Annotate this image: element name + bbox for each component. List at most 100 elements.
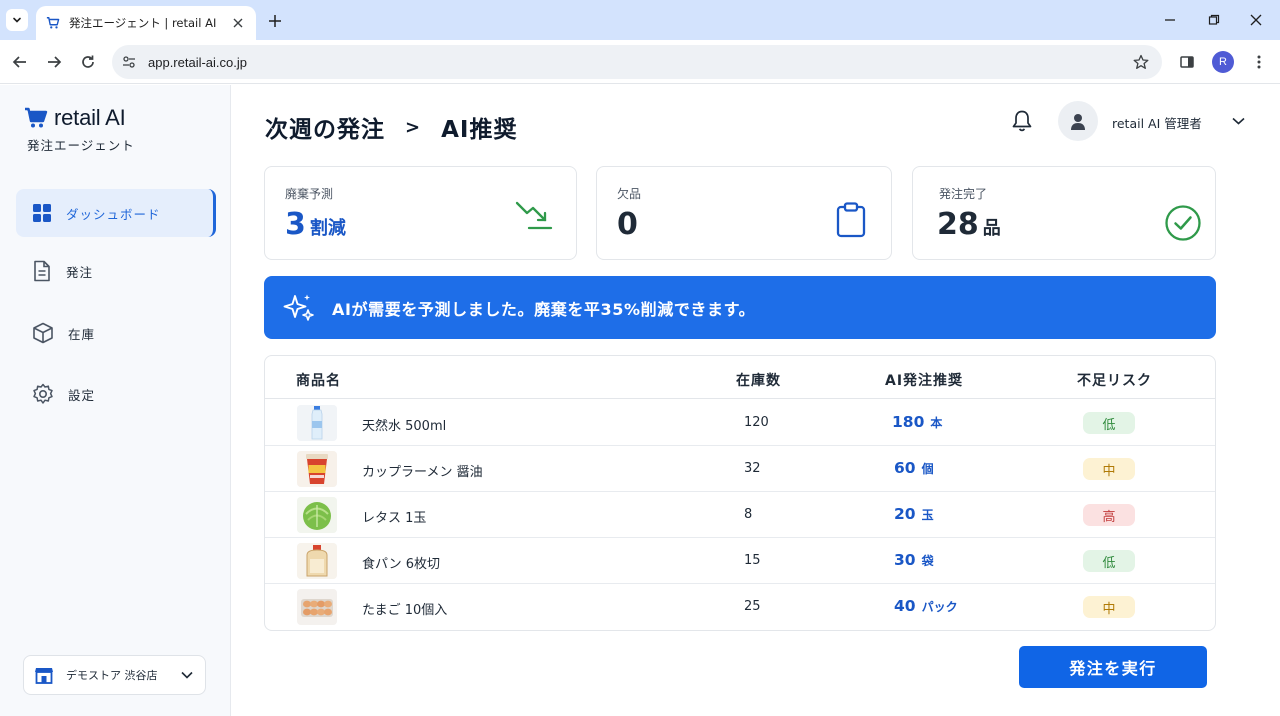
risk-badge: 低 [1083,412,1135,434]
sparkle-icon [283,294,314,321]
store-icon [35,668,53,684]
stock-count: 120 [744,415,769,430]
sidebar-item-label: 発注 [66,264,94,280]
card-value-number: 28 [937,207,979,242]
tab-close-button[interactable] [230,15,246,31]
notification-button[interactable] [1010,108,1034,134]
column-header-product: 商品名 [296,373,341,389]
recommended-unit: 玉 [921,508,934,522]
ai-recommended-quantity[interactable]: 20 玉 [894,505,934,523]
page-title: 次週の発注 > AI推奨 [265,110,517,144]
user-name[interactable]: retail AI 管理者 [1112,113,1202,132]
ai-recommended-quantity[interactable]: 60 個 [894,459,934,477]
sidebar-item-dashboard[interactable]: ダッシュボード [16,189,216,237]
arrow-left-icon [12,56,26,68]
risk-badge: 中 [1083,458,1135,480]
new-tab-button[interactable] [264,10,286,32]
egg-pack-image [297,589,337,625]
sidebar-item-settings[interactable]: 設定 [16,370,216,418]
restore-icon [1208,14,1220,25]
sidebar: retail AI 発注エージェント ダッシュボード 発注 在庫 設定 デモスト… [0,85,231,716]
user-menu-toggle[interactable] [1230,114,1246,128]
recommended-number: 180 [892,413,925,431]
table-row[interactable]: たまご 10個入 25 40 パック 中 [265,584,1215,630]
trend-down-icon [515,197,553,235]
banner-text: AIが需要を予測しました。廃棄を平35%削減できます。 [332,299,756,319]
order-recommendation-table: 商品名 在庫数 AI発注推奨 不足リスク 天然水 500ml 120 180 本 … [264,355,1216,631]
product-name: たまご 10個入 [362,603,448,618]
browser-toolbar: app.retail-ai.co.jp R [0,40,1280,84]
tab-search-button[interactable] [6,9,28,31]
stock-count: 32 [744,461,761,476]
brand-subtitle: 発注エージェント [27,138,135,153]
profile-avatar[interactable]: R [1212,51,1234,73]
check-circle-icon [1164,204,1202,242]
sidebar-item-order[interactable]: 発注 [16,247,216,295]
table-row[interactable]: 食パン 6枚切 15 30 袋 低 [265,538,1215,584]
cart-icon [25,107,48,128]
reload-icon [82,55,94,68]
user-avatar[interactable] [1058,101,1098,141]
card-label: 発注完了 [939,187,988,201]
chevron-down-icon [179,671,195,679]
recommended-number: 30 [894,551,916,569]
product-name: レタス 1玉 [362,511,427,526]
recommended-number: 60 [894,459,916,477]
brand-logo[interactable]: retail AI [24,105,126,131]
site-info-icon[interactable] [122,55,136,69]
card-value-number: 3 [285,207,306,242]
sidebar-item-inventory[interactable]: 在庫 [16,309,216,357]
card-order-complete: 発注完了 28 品 [912,166,1216,260]
browser-menu-button[interactable] [1248,51,1270,73]
brand-name: retail AI [54,105,126,130]
execute-order-button[interactable]: 発注を実行 [1019,646,1207,688]
ai-recommended-quantity[interactable]: 40 パック [894,597,958,615]
card-value-unit: 品 [982,218,1001,239]
breadcrumb-parent[interactable]: 次週の発注 [265,110,385,144]
restore-button[interactable] [1204,10,1224,30]
cart-icon [46,17,60,29]
side-panel-button[interactable] [1176,51,1198,73]
column-header-stock: 在庫数 [736,373,781,389]
product-thumbnail [297,589,337,625]
card-value: 0 [617,207,638,242]
close-icon [1250,14,1262,26]
user-icon [1071,113,1085,130]
table-row[interactable]: カップラーメン 醤油 32 60 個 中 [265,446,1215,492]
minimize-button[interactable] [1160,10,1180,30]
recommended-number: 20 [894,505,916,523]
breadcrumb-current: AI推奨 [441,117,518,143]
bread-image [297,543,337,579]
recommended-unit: 袋 [921,554,934,568]
ai-insight-banner: AIが需要を予測しました。廃棄を平35%削減できます。 [264,276,1216,339]
box-icon [33,322,53,344]
recommended-unit: 個 [921,462,934,476]
close-window-button[interactable] [1246,10,1266,30]
reload-button[interactable] [77,51,99,73]
product-name: カップラーメン 醤油 [362,465,483,480]
risk-badge: 中 [1083,596,1135,618]
store-name: デモストア 渋谷店 [66,669,158,682]
forward-button[interactable] [43,51,65,73]
arrow-right-icon [48,56,62,68]
table-row[interactable]: レタス 1玉 8 20 玉 高 [265,492,1215,538]
recommended-unit: 本 [930,416,943,430]
dashboard-grid-icon [33,204,51,222]
bookmark-button[interactable] [1132,53,1150,71]
browser-tab-active[interactable]: 発注エージェント | retail AI [36,6,256,40]
more-vertical-icon [1257,55,1261,69]
card-label: 欠品 [617,187,642,201]
ai-recommended-quantity[interactable]: 30 袋 [894,551,934,569]
table-header: 商品名 在庫数 AI発注推奨 不足リスク [265,356,1215,399]
table-row[interactable]: 天然水 500ml 120 180 本 低 [265,400,1215,446]
back-button[interactable] [9,51,31,73]
store-selector[interactable]: デモストア 渋谷店 [23,655,206,695]
ai-recommended-quantity[interactable]: 180 本 [892,413,942,431]
column-header-ai-recommendation: AI発注推奨 [885,373,964,389]
risk-badge: 高 [1083,504,1135,526]
breadcrumb-separator: > [405,116,422,138]
card-value: 28 品 [937,207,1001,242]
sidebar-item-label: 設定 [68,387,96,403]
address-bar[interactable]: app.retail-ai.co.jp [112,45,1162,79]
minimize-icon [1165,19,1175,21]
